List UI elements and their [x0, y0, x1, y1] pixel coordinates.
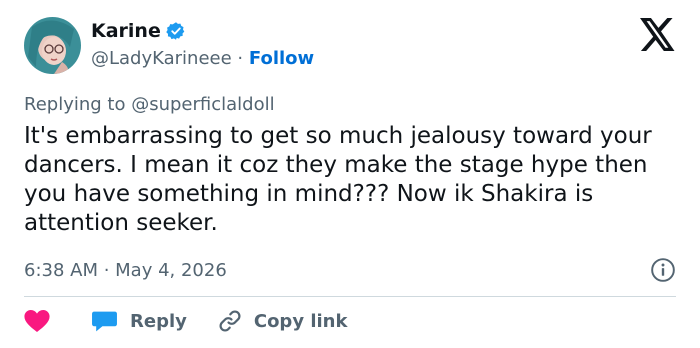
- copy-link-button[interactable]: Copy link: [218, 309, 348, 333]
- x-logo-icon[interactable]: [640, 18, 676, 51]
- author-avatar[interactable]: [24, 17, 81, 74]
- follow-button[interactable]: Follow: [249, 48, 314, 69]
- reply-label: Reply: [130, 310, 187, 332]
- author-name[interactable]: Karine: [91, 20, 161, 42]
- divider: [24, 296, 676, 297]
- info-icon[interactable]: [650, 257, 676, 283]
- reply-bubble-icon: [92, 311, 117, 332]
- replying-to-handle[interactable]: @superficlaldoll: [131, 94, 274, 115]
- author-name-row: Karine: [91, 20, 186, 42]
- tweet-actions: Reply Copy link: [24, 305, 347, 337]
- like-button[interactable]: [24, 310, 50, 332]
- link-icon: [219, 310, 241, 332]
- replying-to-label: Replying to: [24, 94, 126, 115]
- copy-link-label: Copy link: [253, 310, 348, 332]
- author-handle[interactable]: @LadyKarineee: [91, 48, 232, 69]
- tweet-text: It's embarrassing to get so much jealous…: [24, 123, 652, 236]
- heart-icon: [24, 310, 50, 332]
- reply-button[interactable]: Reply: [91, 309, 187, 333]
- tweet-timestamp[interactable]: 6:38 AM · May 4, 2026: [24, 260, 227, 281]
- author-handle-row: @LadyKarineee · Follow: [91, 48, 314, 69]
- handle-separator: ·: [237, 48, 244, 69]
- verified-badge-icon: [166, 22, 185, 40]
- replying-to-line: Replying to @superficlaldoll: [24, 94, 275, 115]
